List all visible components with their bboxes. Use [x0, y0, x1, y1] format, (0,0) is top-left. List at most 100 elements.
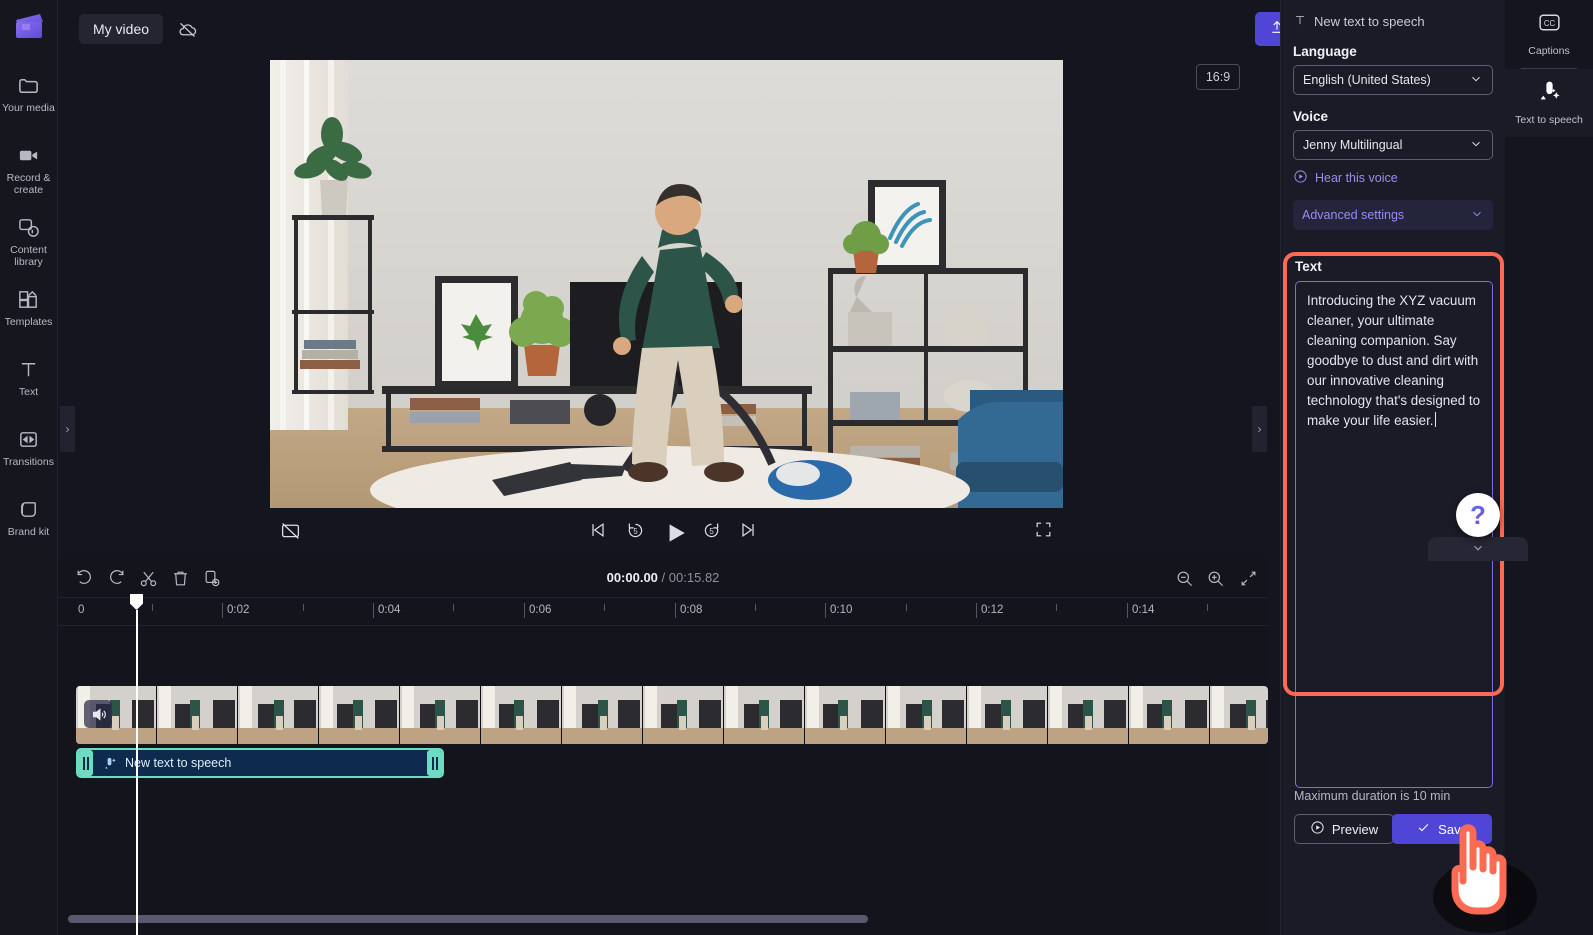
left-sidebar: Your media Record & create Content libra…	[0, 0, 58, 935]
cloud-off-icon[interactable]	[171, 14, 203, 44]
sidebar-item-brand-kit[interactable]: Brand kit	[0, 490, 58, 548]
panel-collapse-chevron-tab[interactable]	[1428, 537, 1528, 561]
video-camera-icon	[16, 142, 42, 168]
sidebar-item-label: Templates	[4, 316, 53, 328]
checkmark-icon	[1416, 820, 1431, 838]
right-tab-rail: CC Captions Text to speech	[1505, 0, 1593, 935]
text-to-speech-input[interactable]: Introducing the XYZ vacuum cleaner, your…	[1295, 281, 1493, 788]
language-select[interactable]: English (United States)	[1293, 65, 1493, 95]
sidebar-item-record-create[interactable]: Record & create	[0, 136, 58, 196]
timeline-horizontal-scrollbar[interactable]	[68, 915, 868, 923]
tab-captions[interactable]: CC Captions	[1505, 0, 1593, 68]
skip-to-start-icon[interactable]	[588, 520, 608, 540]
sidebar-item-templates[interactable]: Templates	[0, 280, 58, 338]
save-label: Save	[1438, 821, 1468, 837]
content-library-icon	[16, 214, 42, 240]
closed-captions-icon: CC	[1537, 10, 1562, 40]
clip-thumbnail	[805, 686, 886, 744]
video-preview[interactable]	[270, 60, 1063, 508]
sidebar-item-content-library[interactable]: Content library	[0, 208, 58, 268]
aspect-ratio-badge[interactable]: 16:9	[1196, 64, 1240, 90]
fullscreen-icon[interactable]	[1034, 520, 1053, 539]
templates-grid-icon	[16, 286, 42, 312]
captions-off-icon[interactable]	[280, 520, 301, 541]
advanced-settings-label: Advanced settings	[1302, 208, 1405, 222]
save-button[interactable]: Save	[1392, 814, 1492, 844]
ruler-tick-label: 0:04	[373, 603, 400, 618]
help-button[interactable]: ?	[1456, 493, 1500, 537]
folder-icon	[16, 72, 42, 98]
playhead-line	[136, 610, 138, 935]
zoom-in-icon[interactable]	[1203, 566, 1227, 590]
skip-to-end-icon[interactable]	[738, 520, 758, 540]
ruler-tick-label: 0:14	[1127, 603, 1154, 618]
ruler-minor-tick	[303, 604, 304, 611]
timeline-ruler[interactable]: 0 0:02 0:04 0:06 0:08 0:10 0:12 0:14	[58, 598, 1268, 626]
time-separator: /	[661, 570, 666, 585]
app-logo-icon	[12, 10, 46, 44]
chevron-right-icon: ›	[65, 422, 70, 436]
chevron-down-icon	[1471, 541, 1485, 558]
transitions-icon	[16, 426, 42, 452]
text-caret	[1434, 412, 1436, 427]
preview-button[interactable]: Preview	[1294, 814, 1394, 844]
panel-header: New text to speech	[1281, 0, 1505, 30]
ruler-minor-tick	[152, 604, 153, 611]
audio-track-clip[interactable]: New text to speech	[76, 748, 444, 778]
sidebar-item-text[interactable]: Text	[0, 350, 58, 408]
panel-title: New text to speech	[1314, 14, 1425, 29]
clip-trim-handle-left[interactable]	[78, 750, 93, 776]
chevron-down-icon	[1469, 72, 1483, 89]
text-to-speech-panel: New text to speech Language English (Uni…	[1280, 0, 1505, 935]
tab-label: Captions	[1528, 45, 1570, 57]
text-field-label: Text	[1295, 259, 1322, 274]
voice-select[interactable]: Jenny Multilingual	[1293, 130, 1493, 160]
sidebar-item-transitions[interactable]: Transitions	[0, 420, 58, 478]
volume-on-icon[interactable]	[84, 700, 112, 728]
sidebar-item-label: Your media	[2, 102, 55, 114]
ruler-tick-label: 0:12	[976, 603, 1003, 618]
zoom-out-icon[interactable]	[1172, 566, 1196, 590]
voice-label: Voice	[1293, 109, 1329, 124]
project-name-button[interactable]: My video	[79, 14, 164, 44]
clip-thumbnail	[481, 686, 562, 744]
brand-kit-icon	[16, 496, 42, 522]
collapse-right-panel-button[interactable]: ›	[1252, 406, 1267, 452]
question-mark-icon: ?	[1470, 500, 1486, 530]
hear-voice-label: Hear this voice	[1315, 171, 1398, 185]
collapse-left-panel-button[interactable]: ›	[60, 406, 75, 452]
clip-thumbnail	[967, 686, 1048, 744]
video-track-clip[interactable]	[76, 686, 1268, 744]
ruler-minor-tick	[755, 604, 756, 611]
ruler-tick-label: 0:02	[222, 603, 249, 618]
current-time: 00:00.00	[606, 570, 658, 585]
language-label: Language	[1293, 44, 1357, 59]
fit-to-screen-icon[interactable]	[1236, 566, 1260, 590]
clip-thumbnail	[238, 686, 319, 744]
text-t-icon	[1293, 13, 1307, 30]
ruler-tick-label: 0:06	[524, 603, 551, 618]
audio-clip-label: New text to speech	[125, 756, 232, 770]
tab-label: Text to speech	[1515, 114, 1583, 126]
play-icon[interactable]	[662, 520, 688, 546]
advanced-settings-accordion[interactable]: Advanced settings	[1293, 200, 1493, 230]
clip-thumbnail	[400, 686, 481, 744]
text-to-speech-mic-icon	[1537, 79, 1562, 109]
svg-text:CC: CC	[1543, 19, 1555, 28]
sidebar-item-your-media[interactable]: Your media	[0, 66, 58, 124]
clip-thumbnail	[1048, 686, 1129, 744]
clip-trim-handle-right[interactable]	[427, 750, 442, 776]
clipchamp-editor: Your media Record & create Content libra…	[0, 0, 1593, 935]
tab-text-to-speech[interactable]: Text to speech	[1505, 69, 1593, 137]
language-value: English (United States)	[1303, 73, 1431, 87]
clip-thumbnail	[886, 686, 967, 744]
rewind-5-icon[interactable]: 5	[625, 520, 646, 541]
hear-this-voice-button[interactable]: Hear this voice	[1293, 169, 1493, 187]
sidebar-item-label: Text	[18, 386, 39, 398]
svg-text:5: 5	[633, 527, 638, 536]
clip-thumbnail	[319, 686, 400, 744]
ruler-minor-tick	[906, 604, 907, 611]
text-input-value: Introducing the XYZ vacuum cleaner, your…	[1307, 293, 1481, 428]
forward-5-icon[interactable]: 5	[701, 520, 722, 541]
sidebar-item-label: Brand kit	[7, 526, 50, 538]
